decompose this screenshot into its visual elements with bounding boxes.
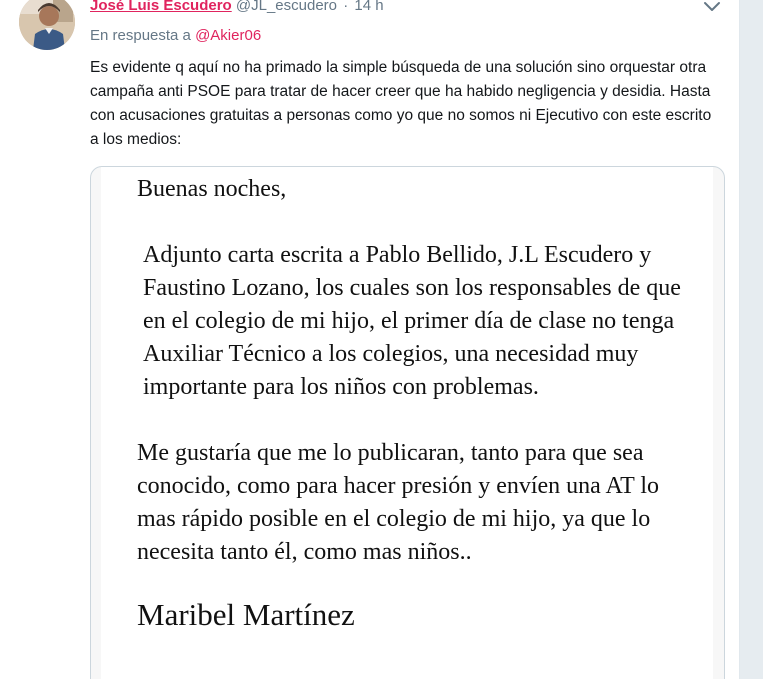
tweet-text: Es evidente q aquí no ha primado la simp…: [90, 59, 712, 148]
separator-dot: ·: [343, 0, 349, 14]
letter-content: Buenas noches, Adjunto carta escrita a P…: [137, 173, 697, 634]
reply-mention-link[interactable]: @Akier06: [195, 27, 261, 44]
author-handle[interactable]: @JL_escudero: [236, 0, 337, 14]
tweet-menu-button[interactable]: [703, 0, 721, 14]
reply-context: En respuesta a @Akier06: [90, 26, 261, 46]
profile-photo-icon: [19, 0, 75, 50]
letter-page: Buenas noches, Adjunto carta escrita a P…: [101, 167, 713, 679]
attached-image[interactable]: Buenas noches, Adjunto carta escrita a P…: [90, 166, 725, 679]
letter-greeting: Buenas noches,: [137, 176, 287, 202]
tweet-header: José Luis Escudero @JL_escudero · 14 h: [90, 0, 384, 16]
tweet-timestamp[interactable]: 14 h: [354, 0, 383, 14]
chevron-down-icon: [704, 2, 720, 11]
letter-paragraph-1: Adjunto carta escrita a Pablo Bellido, J…: [143, 242, 681, 400]
reply-prefix: En respuesta a: [90, 27, 191, 44]
letter-signature: Maribel Martínez: [137, 597, 355, 632]
letter-paragraph-2: Me gustaría que me lo publicaran, tanto …: [137, 440, 660, 565]
author-name[interactable]: José Luis Escudero: [90, 0, 232, 14]
avatar[interactable]: [19, 0, 75, 50]
page-background: [740, 0, 763, 679]
